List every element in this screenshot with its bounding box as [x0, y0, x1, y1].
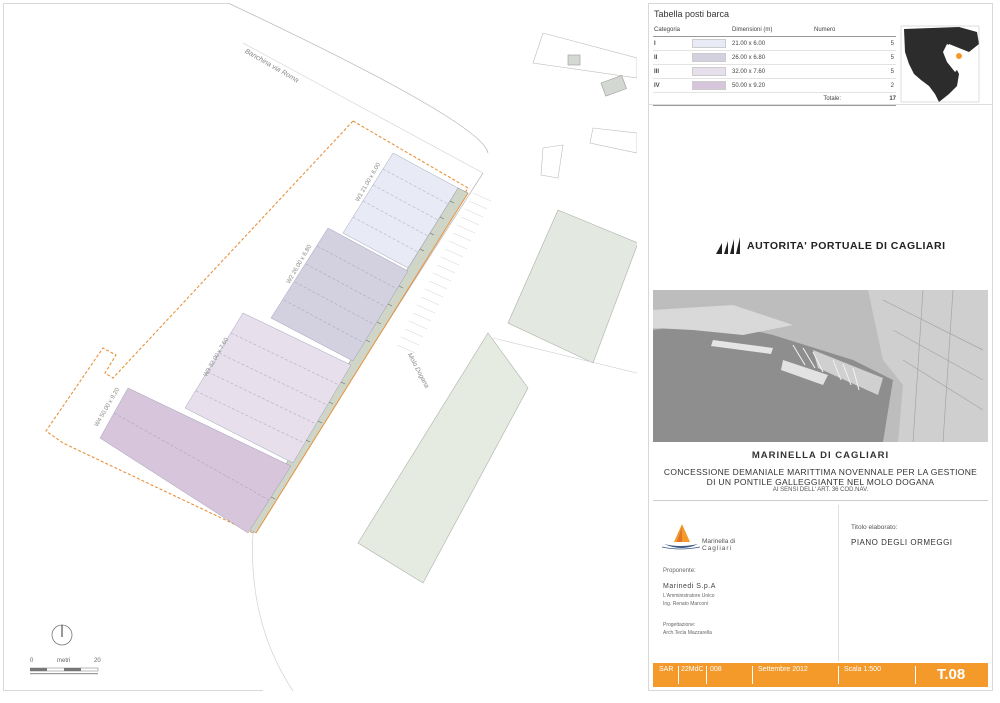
scale-end: 20: [94, 658, 101, 664]
authority-logo: AUTORITA' PORTUALE DI CAGLIARI: [716, 237, 946, 255]
sheet-number: T.08: [936, 666, 966, 683]
key-map-icon: [900, 25, 980, 103]
swatch-cat-IV: [692, 81, 726, 90]
proponent-role: L'Amministratore Unico: [663, 593, 715, 599]
authority-emblem-icon: [716, 237, 740, 254]
drawing-title-label: Titolo elaborato:: [851, 524, 898, 531]
subtitle-line-3: AI SENSI DELL' ART. 36 COD.NAV.: [772, 487, 869, 493]
total-value: 17: [889, 96, 896, 102]
drawing-title-value: PIANO DEGLI ORMEGGI: [851, 538, 953, 547]
scale: Scala 1:500: [844, 666, 881, 673]
col-category: Categoria: [654, 27, 681, 33]
code-area: 22MdC: [681, 666, 704, 673]
design-person: Arch.Tecla Mazzarella: [663, 630, 712, 636]
scale-unit: metri: [57, 658, 71, 664]
proponent-label: Proponente:: [663, 568, 696, 574]
issue-date: Settembre 2012: [758, 666, 808, 673]
project-subtitle: CONCESSIONE DEMANIALE MARITTIMA NOVENNAL…: [648, 467, 993, 487]
col-number: Numero: [814, 27, 836, 33]
north-arrow-icon: [51, 624, 73, 646]
divider: [653, 500, 988, 501]
swatch-cat-II: [692, 53, 726, 62]
proponent-person: Ing. Renato Marconi: [663, 601, 709, 607]
col-dimensions: Dimensioni (m): [732, 27, 773, 33]
table-row: I 21.00 x 6.00 5: [653, 37, 896, 51]
scale-bar: [30, 667, 99, 675]
proponent-company: Marinedi S.p.A: [663, 583, 716, 590]
marinella-logo-icon: [661, 524, 701, 550]
code-project: SAR: [659, 666, 674, 673]
swatch-cat-III: [692, 67, 726, 76]
logo-text: Marinella di Cagliari: [702, 538, 736, 552]
divider: [838, 505, 839, 661]
project-title: MARINELLA DI CAGLIARI: [751, 450, 890, 461]
table-row: IV 50.00 x 9.20 2: [653, 79, 896, 93]
berth-table-header: Categoria Dimensioni (m) Numero: [653, 24, 896, 37]
design-label: Progettazione:: [663, 622, 696, 628]
table-row: II 26.00 x 6.80 5: [653, 51, 896, 65]
total-label: Totale:: [823, 96, 841, 102]
divider: [648, 104, 993, 105]
drawing-sheet: Banchina via Roma Molo Dogana W4 50.00 x…: [0, 0, 1000, 703]
code-number: 008: [710, 666, 722, 673]
berth-table-title: Tabella posti barca: [654, 9, 730, 19]
table-row: III 32.00 x 7.60 5: [653, 65, 896, 79]
berth-table: Categoria Dimensioni (m) Numero I 21.00 …: [653, 24, 896, 106]
mooring-plan: [45, 3, 637, 691]
scale-start: 0: [30, 658, 34, 664]
subtitle-line-2: DI UN PONTILE GALLEGGIANTE NEL MOLO DOGA…: [706, 477, 935, 487]
authority-name: AUTORITA' PORTUALE DI CAGLIARI: [747, 240, 946, 252]
subtitle-line-1: CONCESSIONE DEMANIALE MARITTIMA NOVENNAL…: [663, 467, 978, 477]
swatch-cat-I: [692, 39, 726, 48]
aerial-photo: [653, 290, 988, 442]
